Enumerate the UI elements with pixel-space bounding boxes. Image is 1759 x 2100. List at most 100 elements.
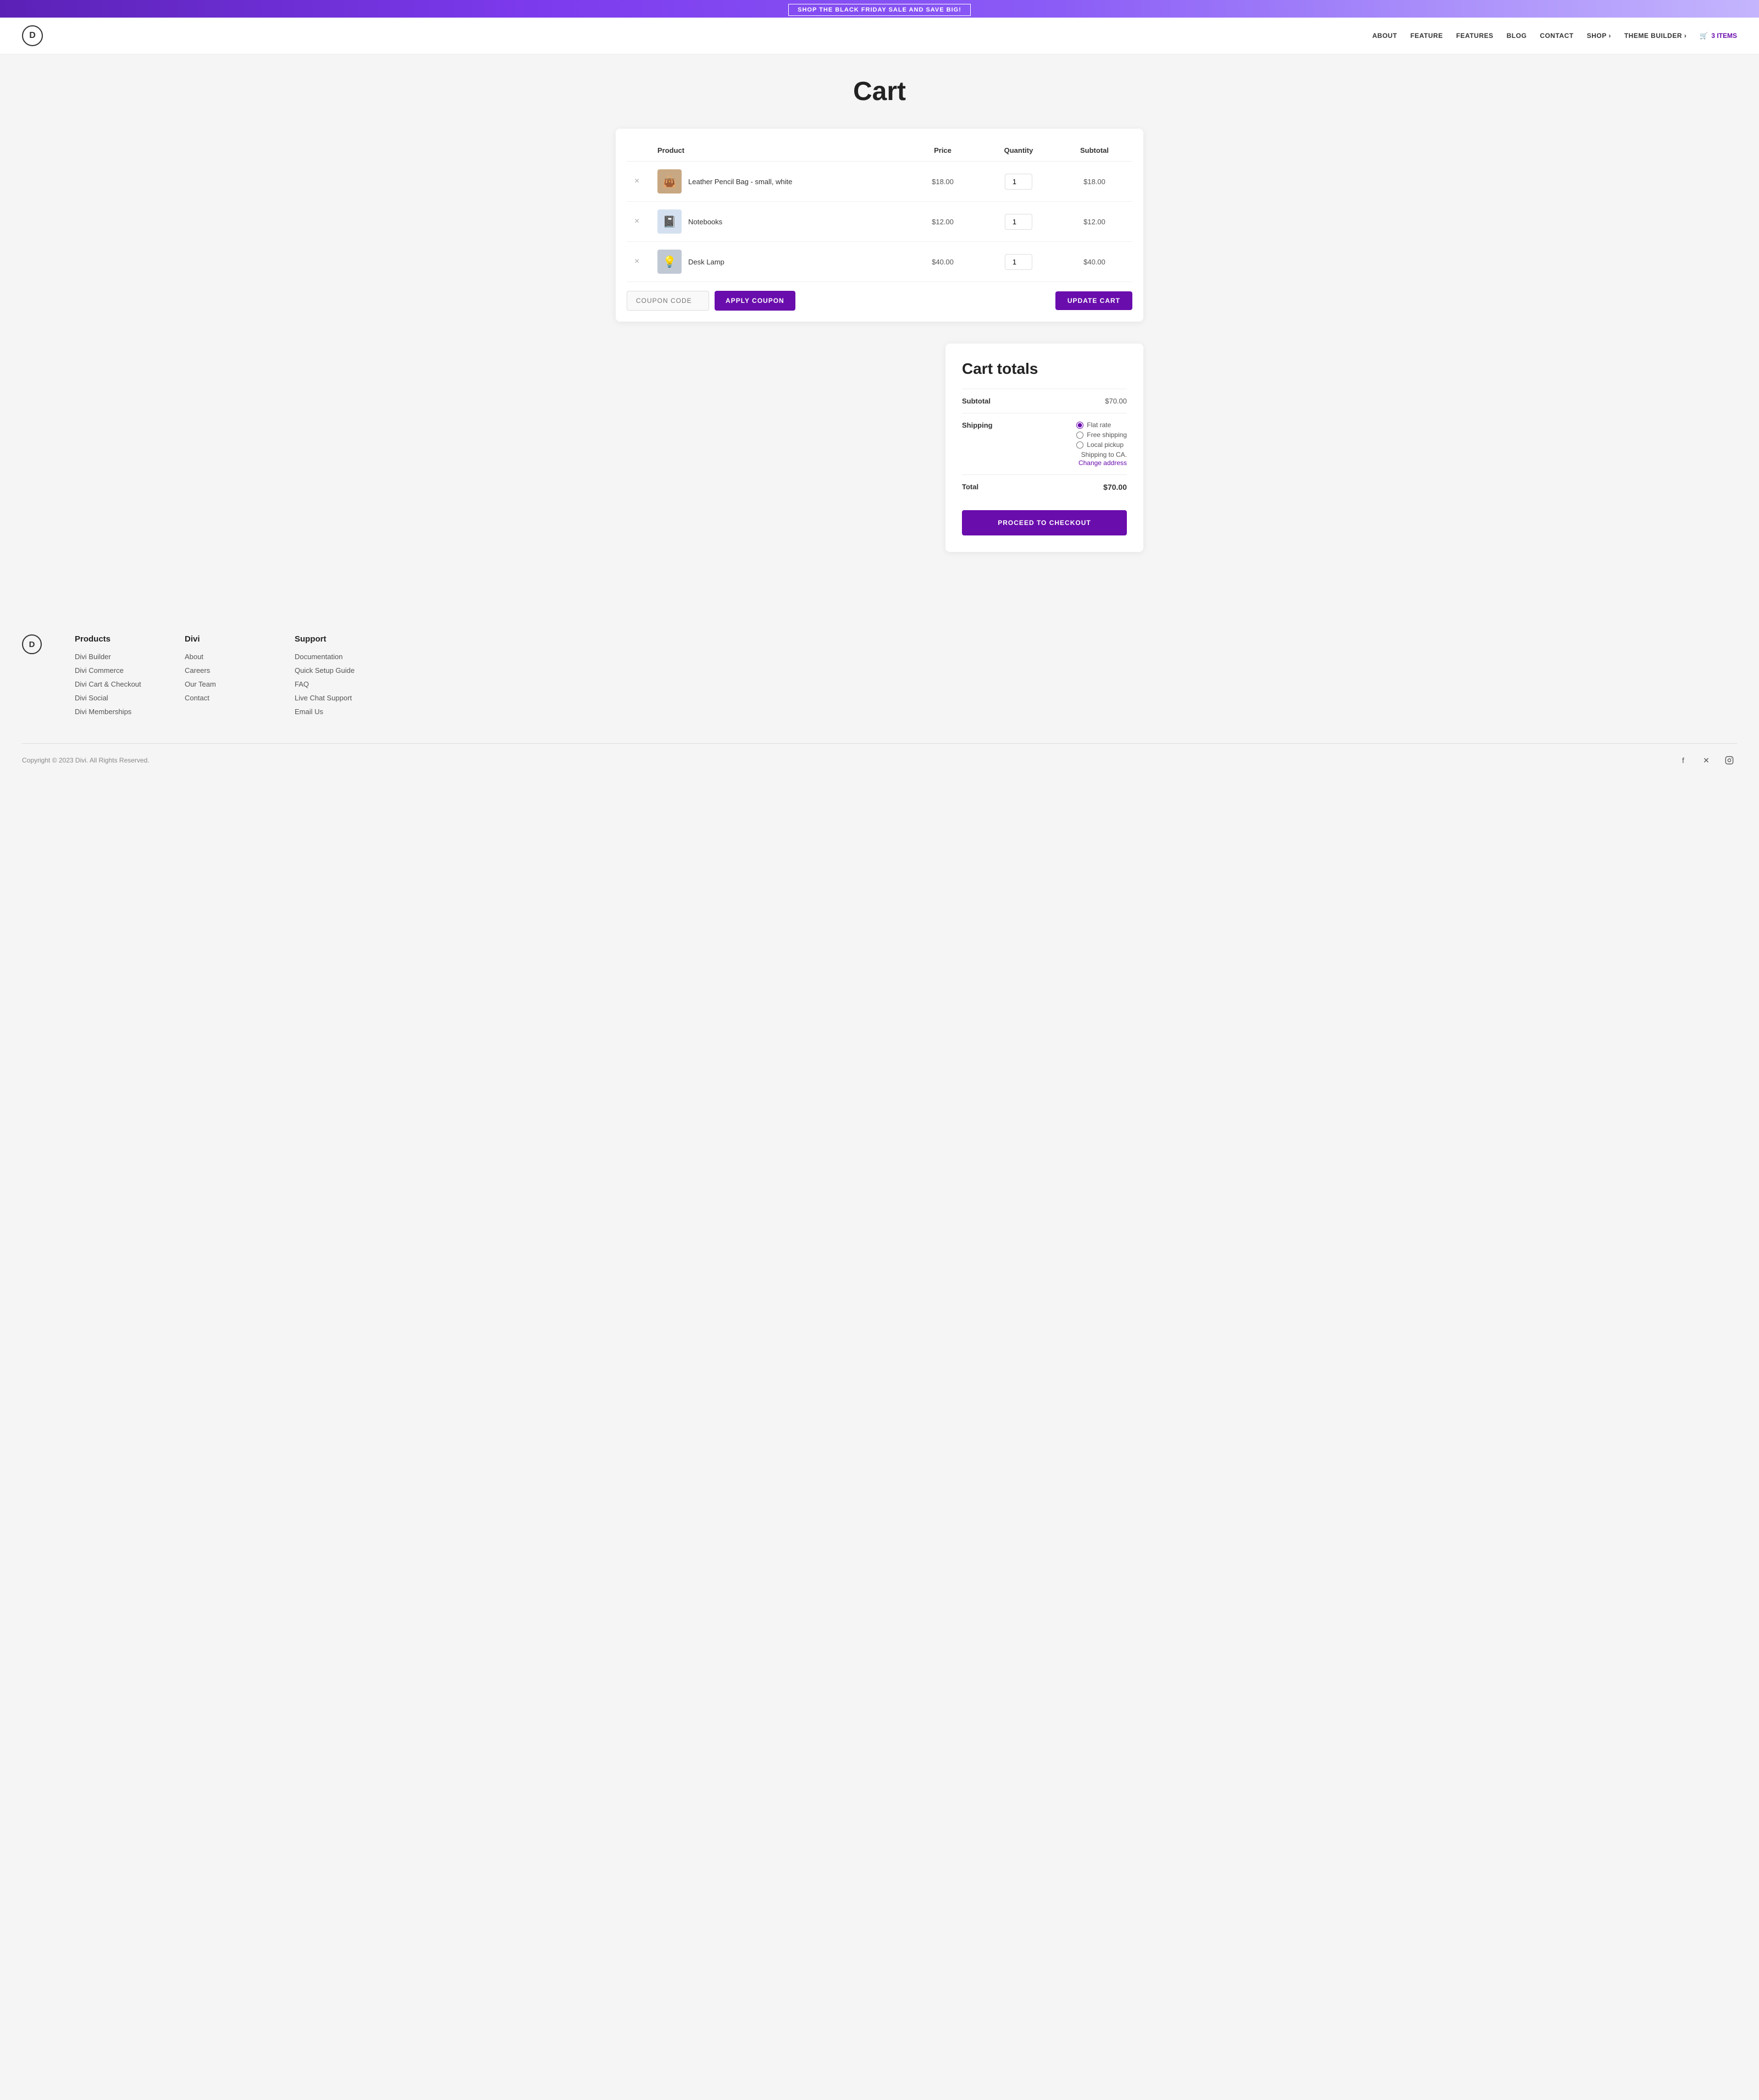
product-name: Leather Pencil Bag - small, white — [688, 178, 792, 186]
shipping-flat-rate[interactable]: Flat rate — [1076, 421, 1127, 429]
cart-icon: 🛒 — [1700, 32, 1708, 40]
cart-table: Product Price Quantity Subtotal × 👜 Leat… — [627, 140, 1132, 282]
subtotal-row: Subtotal $70.00 — [962, 389, 1127, 413]
subtotal-value: $70.00 — [1105, 397, 1127, 405]
price-cell: $40.00 — [905, 242, 981, 282]
footer: D Products Divi Builder Divi Commerce Divi… — [0, 607, 1759, 779]
copyright: Copyright © 2023 Divi. All Rights Reserv… — [22, 756, 150, 764]
instagram-icon[interactable] — [1722, 753, 1737, 768]
col-remove-header — [627, 140, 652, 162]
facebook-icon[interactable]: f — [1675, 753, 1691, 768]
nav-features[interactable]: FEATURES — [1456, 32, 1494, 40]
footer-link[interactable]: Our Team — [185, 680, 262, 688]
footer-link[interactable]: Quick Setup Guide — [295, 666, 372, 675]
checkout-button[interactable]: PROCEED TO CHECKOUT — [962, 510, 1127, 535]
footer-link[interactable]: Divi Commerce — [75, 666, 152, 675]
nav-theme-builder[interactable]: THEME BUILDER — [1624, 32, 1687, 40]
twitter-icon[interactable]: ✕ — [1699, 753, 1714, 768]
cart-totals: Cart totals Subtotal $70.00 Shipping Fla… — [945, 344, 1143, 552]
cart-totals-title: Cart totals — [962, 360, 1127, 378]
col-price-header: Price — [905, 140, 981, 162]
subtotal-label: Subtotal — [962, 397, 991, 405]
shipping-label: Shipping — [962, 421, 993, 429]
footer-link[interactable]: Divi Builder — [75, 653, 152, 661]
coupon-area: APPLY COUPON — [627, 291, 795, 311]
qty-input[interactable] — [1005, 214, 1032, 230]
qty-input[interactable] — [1005, 254, 1032, 270]
footer-link[interactable]: Divi Memberships — [75, 708, 152, 716]
footer-link[interactable]: Divi Cart & Checkout — [75, 680, 152, 688]
change-address-link[interactable]: Change address — [1078, 459, 1127, 467]
remove-item-button[interactable]: × — [632, 217, 641, 226]
footer-link[interactable]: Live Chat Support — [295, 694, 372, 702]
price-cell: $12.00 — [905, 202, 981, 242]
footer-top: D Products Divi Builder Divi Commerce Divi… — [22, 634, 1737, 721]
footer-bottom: Copyright © 2023 Divi. All Rights Reserv… — [22, 743, 1737, 768]
subtotal-cell: $40.00 — [1056, 242, 1132, 282]
qty-input[interactable] — [1005, 174, 1032, 190]
header: D ABOUT FEATURE FEATURES BLOG CONTACT SH… — [0, 18, 1759, 54]
nav-feature[interactable]: FEATURE — [1410, 32, 1443, 40]
col-qty-header: Quantity — [981, 140, 1056, 162]
footer-logo: D — [22, 634, 42, 654]
social-icons: f ✕ — [1675, 753, 1737, 768]
footer-link[interactable]: About — [185, 653, 262, 661]
remove-item-button[interactable]: × — [632, 176, 641, 186]
total-value: $70.00 — [1103, 483, 1127, 491]
cart-table-wrapper: Product Price Quantity Subtotal × 👜 Leat… — [616, 129, 1143, 322]
coupon-input[interactable] — [627, 291, 709, 311]
footer-support-col: Support Documentation Quick Setup Guide FA… — [295, 634, 372, 721]
table-row: × 👜 Leather Pencil Bag - small, white $1… — [627, 162, 1132, 202]
shipping-row: Shipping Flat rate Free shipping — [962, 413, 1127, 474]
table-row: × 📓 Notebooks $12.00 $12.00 — [627, 202, 1132, 242]
page-title: Cart — [616, 76, 1143, 107]
footer-link[interactable]: Email Us — [295, 708, 372, 716]
shipping-free[interactable]: Free shipping — [1076, 431, 1127, 439]
product-cell: 👜 Leather Pencil Bag - small, white — [657, 169, 899, 194]
product-name: Notebooks — [688, 218, 722, 226]
shipping-local-label: Local pickup — [1087, 441, 1124, 449]
product-cell: 💡 Desk Lamp — [657, 250, 899, 274]
product-name: Desk Lamp — [688, 258, 724, 266]
total-row: Total $70.00 — [962, 474, 1127, 499]
update-cart-button[interactable]: UPDATE CART — [1055, 291, 1132, 310]
product-cell: 📓 Notebooks — [657, 209, 899, 234]
shipping-options: Flat rate Free shipping Local pickup Shi… — [1076, 421, 1127, 467]
shipping-flat-rate-label: Flat rate — [1087, 421, 1111, 429]
apply-coupon-button[interactable]: APPLY COUPON — [715, 291, 795, 311]
shipping-local[interactable]: Local pickup — [1076, 441, 1127, 449]
shipping-local-radio[interactable] — [1076, 441, 1083, 449]
footer-products-col: Products Divi Builder Divi Commerce Divi C… — [75, 634, 152, 721]
footer-link[interactable]: FAQ — [295, 680, 372, 688]
footer-divi-heading: Divi — [185, 634, 262, 644]
shipping-flat-rate-radio[interactable] — [1076, 422, 1083, 429]
cart-totals-wrapper: Cart totals Subtotal $70.00 Shipping Fla… — [616, 344, 1143, 552]
footer-products-heading: Products — [75, 634, 152, 644]
shipping-free-radio[interactable] — [1076, 432, 1083, 439]
shipping-note: Shipping to CA. — [1076, 451, 1127, 458]
col-product-header: Product — [652, 140, 905, 162]
subtotal-cell: $12.00 — [1056, 202, 1132, 242]
footer-link[interactable]: Careers — [185, 666, 262, 675]
qty-cell — [981, 202, 1056, 242]
shipping-options-list: Flat rate Free shipping Local pickup — [1076, 421, 1127, 449]
footer-support-heading: Support — [295, 634, 372, 644]
nav-about[interactable]: ABOUT — [1373, 32, 1397, 40]
col-subtotal-header: Subtotal — [1056, 140, 1132, 162]
cart-actions: APPLY COUPON UPDATE CART — [627, 291, 1132, 311]
logo[interactable]: D — [22, 25, 43, 46]
product-thumbnail: 💡 — [657, 250, 682, 274]
table-row: × 💡 Desk Lamp $40.00 $40.00 — [627, 242, 1132, 282]
product-thumbnail: 📓 — [657, 209, 682, 234]
cart-nav[interactable]: 🛒 3 ITEMS — [1700, 32, 1737, 40]
nav-shop[interactable]: SHOP — [1587, 32, 1611, 40]
nav-contact[interactable]: CONTACT — [1540, 32, 1573, 40]
main-nav: ABOUT FEATURE FEATURES BLOG CONTACT SHOP… — [1373, 32, 1737, 40]
footer-divi-col: Divi About Careers Our Team Contact — [185, 634, 262, 721]
footer-link[interactable]: Documentation — [295, 653, 372, 661]
footer-link[interactable]: Divi Social — [75, 694, 152, 702]
remove-item-button[interactable]: × — [632, 257, 641, 267]
footer-link[interactable]: Contact — [185, 694, 262, 702]
nav-blog[interactable]: BLOG — [1507, 32, 1527, 40]
shipping-free-label: Free shipping — [1087, 431, 1127, 439]
